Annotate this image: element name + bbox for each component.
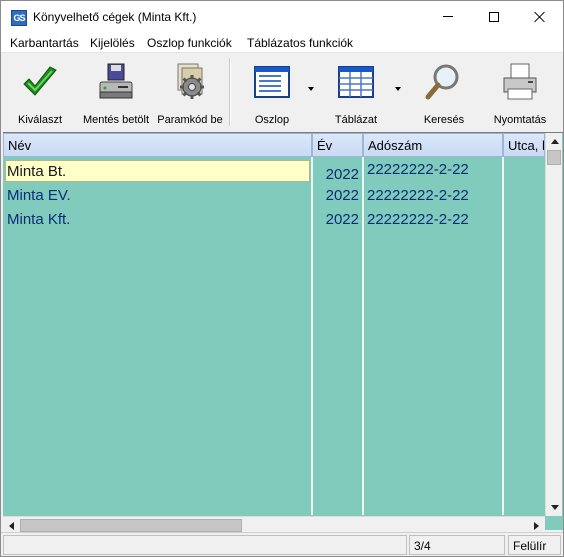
table-row-cell-name[interactable]: Minta Kft. — [7, 211, 70, 228]
parameter-gear-icon — [177, 63, 204, 99]
table-row-cell-tax[interactable]: 22222222-2-22 — [367, 161, 469, 178]
menu-oszlop-funkciok[interactable]: Oszlop funkciók — [147, 36, 232, 50]
menu-tablazatos-funkciok[interactable]: Táblázatos funkciók — [247, 36, 353, 50]
record-position: 3/4 — [409, 535, 505, 555]
column-header-ev[interactable]: Év — [312, 133, 363, 157]
tablazat-dropdown-icon[interactable] — [395, 87, 401, 91]
table-row-cell-name[interactable]: Minta EV. — [7, 187, 71, 204]
scroll-down-button[interactable] — [546, 499, 563, 516]
toolbar-separator — [229, 58, 231, 126]
floppy-computer-icon — [99, 63, 133, 99]
nyomtatas-label: Nyomtatás — [493, 114, 547, 126]
column-header-adoszam[interactable]: Adószám — [363, 133, 503, 157]
scroll-left-icon — [9, 521, 14, 530]
column-view-icon — [254, 66, 290, 98]
kereses-button[interactable]: Keresés — [407, 58, 481, 128]
table-row-cell-tax[interactable]: 22222222-2-22 — [367, 211, 469, 228]
mentes-betolt-button[interactable]: Mentés betölt — [79, 58, 153, 128]
table-row-cell-name[interactable]: Minta Bt. — [7, 163, 66, 180]
column-divider — [362, 157, 364, 515]
menu-karbantartas[interactable]: Karbantartás — [10, 36, 79, 50]
nyomtatas-button[interactable]: Nyomtatás — [483, 58, 557, 128]
paramkod-be-label: Paramkód be — [157, 114, 223, 126]
scroll-right-icon — [534, 521, 539, 530]
table-row-cell-year[interactable]: 2022 — [315, 166, 359, 183]
vertical-scrollbar[interactable] — [545, 133, 562, 516]
menu-bar: Karbantartás Kijelölés Oszlop funkciók T… — [1, 32, 563, 53]
column-divider — [311, 157, 313, 515]
table-row-cell-tax[interactable]: 22222222-2-22 — [367, 187, 469, 204]
tablazat-button[interactable]: Táblázat — [319, 58, 393, 128]
toolbar: Kiválaszt Mentés betölt Paramkód be Oszl… — [1, 54, 563, 130]
table-row-cell-year[interactable]: 2022 — [315, 187, 359, 204]
oszlop-button[interactable]: Oszlop — [235, 58, 309, 128]
kivalaszt-button[interactable]: Kiválaszt — [3, 58, 77, 128]
maximize-icon — [489, 11, 499, 22]
column-header-nev[interactable]: Név — [3, 133, 312, 157]
scroll-down-icon — [550, 505, 559, 510]
company-grid[interactable]: Név Év Adószám Utca, h Minta Bt. 2022 22… — [3, 132, 563, 533]
horizontal-scrollbar[interactable] — [3, 516, 545, 533]
title-bar: GS Könyvelhető cégek (Minta Kft.) — [1, 1, 563, 32]
magnifier-icon — [425, 64, 459, 100]
close-button[interactable] — [517, 1, 563, 32]
horizontal-scroll-thumb[interactable] — [20, 519, 242, 532]
table-view-icon — [338, 66, 374, 98]
scroll-up-button[interactable] — [546, 133, 563, 150]
minimize-icon — [443, 16, 453, 17]
status-panel-main — [3, 535, 407, 555]
edit-mode-indicator: Felülír — [508, 535, 561, 555]
mentes-betolt-label: Mentés betölt — [82, 114, 150, 126]
window-title: Könyvelhető cégek (Minta Kft.) — [33, 10, 197, 24]
oszlop-label: Oszlop — [254, 114, 290, 126]
app-icon: GS — [11, 10, 27, 26]
scroll-up-icon — [550, 139, 559, 144]
minimize-button[interactable] — [425, 1, 471, 32]
paramkod-be-button[interactable]: Paramkód be — [153, 58, 227, 128]
kereses-label: Keresés — [423, 114, 465, 126]
printer-icon — [503, 63, 537, 100]
column-header-utca[interactable]: Utca, h — [503, 133, 545, 157]
close-icon — [534, 11, 546, 23]
kivalaszt-label: Kiválaszt — [17, 114, 63, 126]
checkmark-icon — [23, 66, 57, 96]
vertical-scroll-thumb[interactable] — [547, 150, 561, 165]
status-bar: 3/4 Felülír — [1, 532, 563, 556]
column-divider — [502, 157, 504, 515]
menu-kijeloles[interactable]: Kijelölés — [90, 36, 135, 50]
maximize-button[interactable] — [471, 1, 517, 32]
table-row-cell-year[interactable]: 2022 — [315, 211, 359, 228]
oszlop-dropdown-icon[interactable] — [308, 87, 314, 91]
app-window: GS Könyvelhető cégek (Minta Kft.) Karban… — [0, 0, 564, 557]
grid-header: Név Év Adószám Utca, h — [3, 133, 545, 157]
tablazat-label: Táblázat — [334, 114, 378, 126]
